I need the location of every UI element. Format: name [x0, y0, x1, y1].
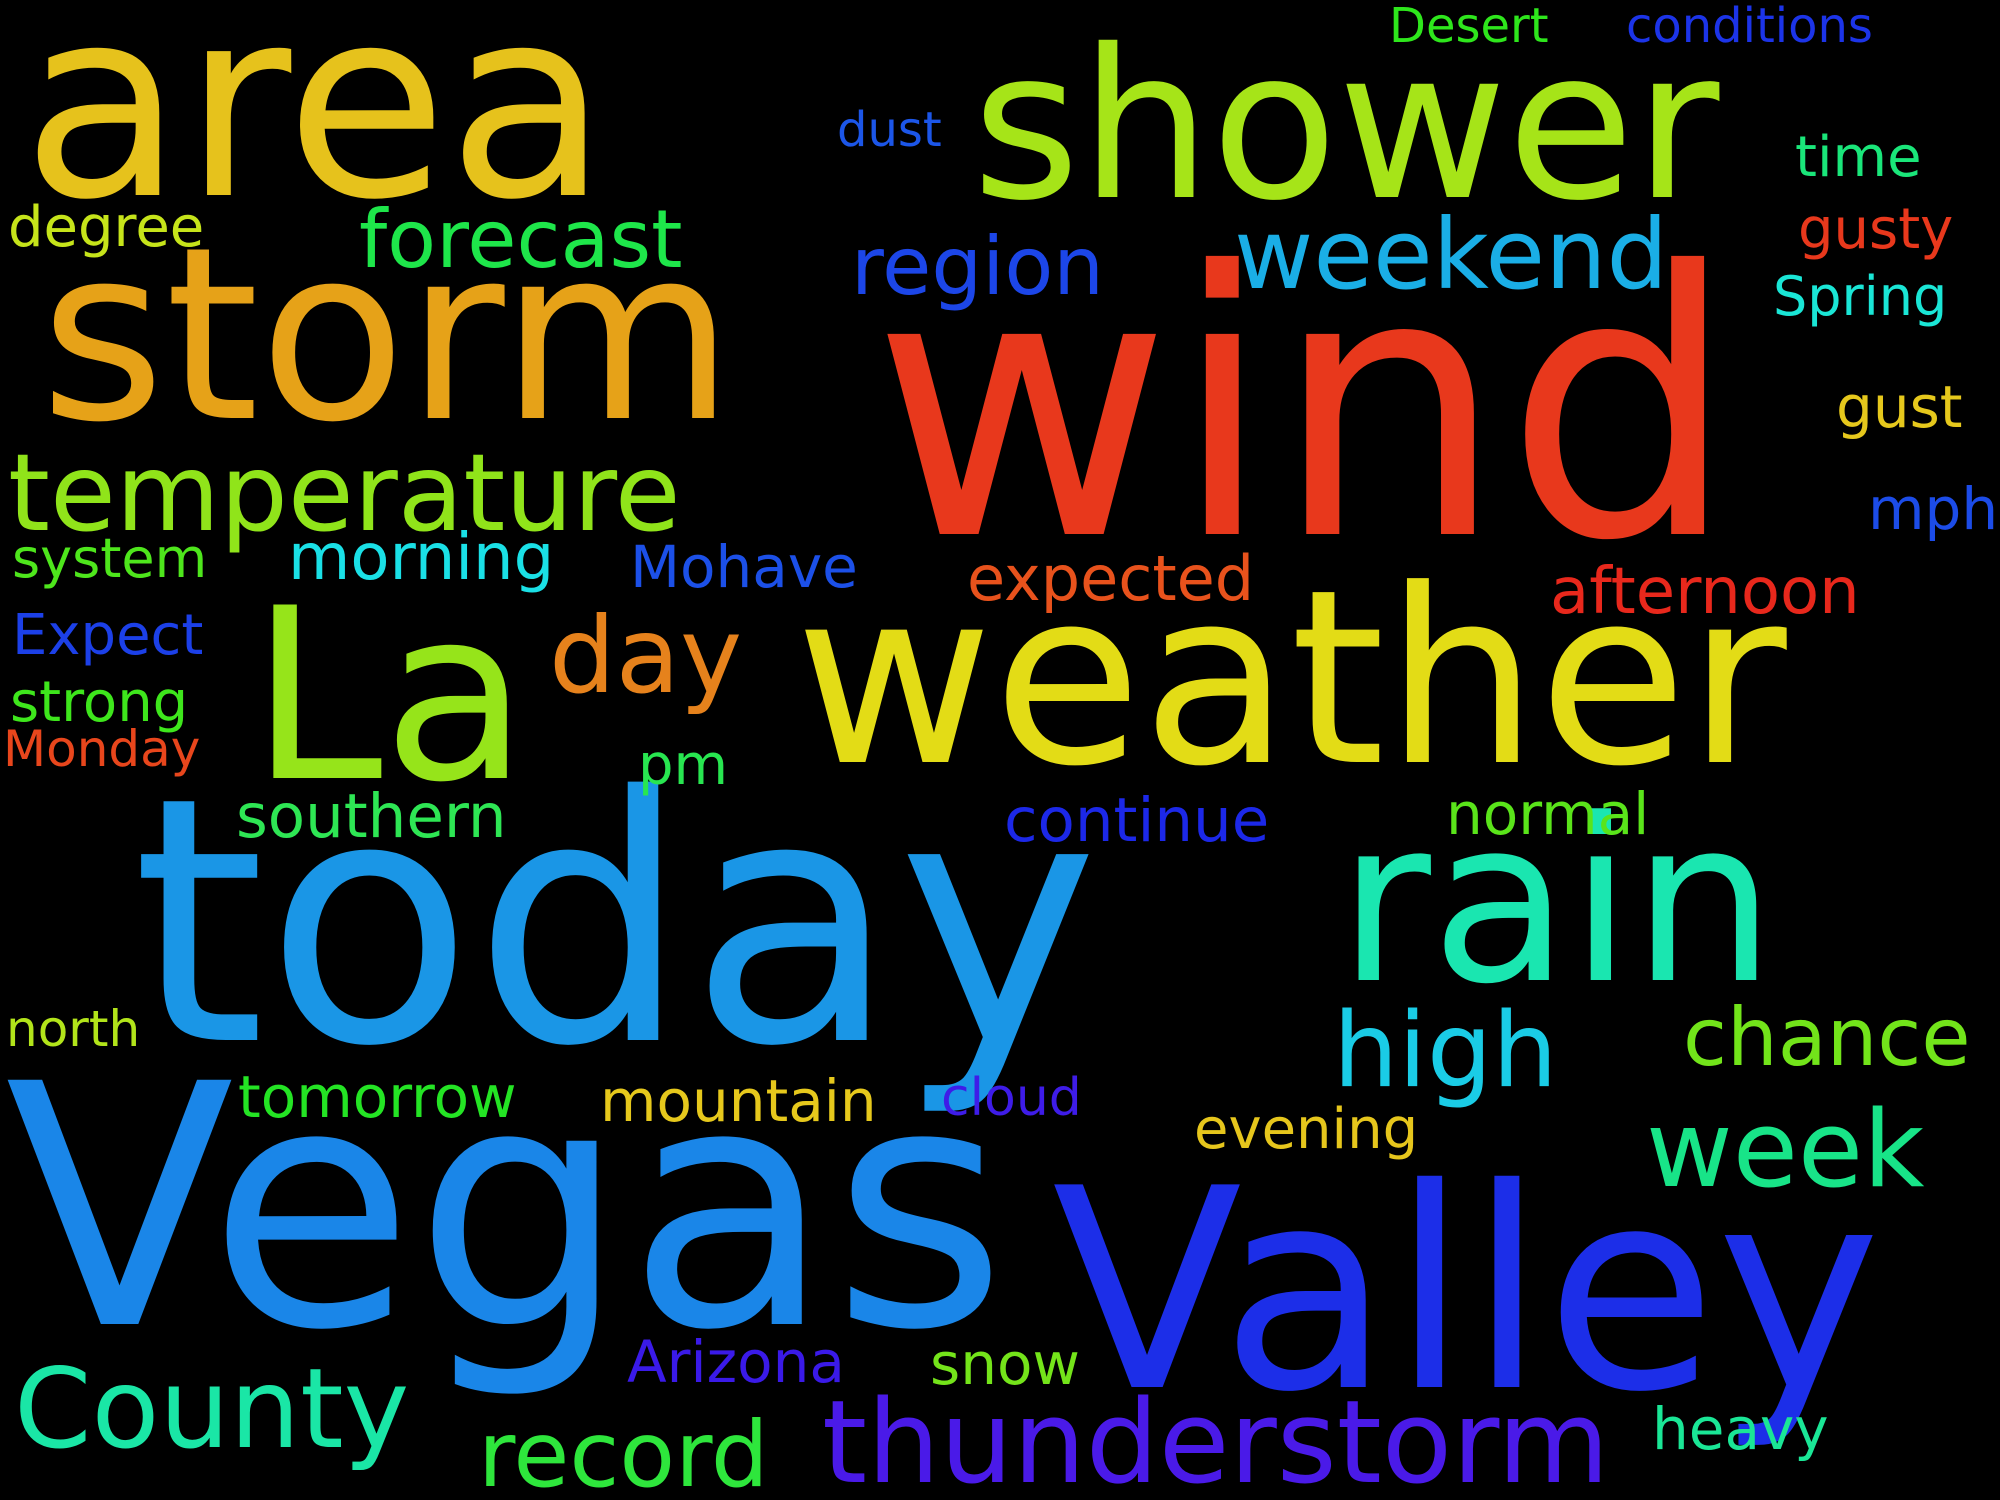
word-north: north — [6, 1000, 141, 1058]
word-record: record — [478, 1403, 769, 1500]
word-spring: Spring — [1773, 265, 1948, 328]
word-continue: continue — [1004, 785, 1270, 856]
word-mohave: Mohave — [630, 533, 858, 601]
word-weekend: weekend — [1234, 198, 1669, 311]
word-time: time — [1795, 125, 1922, 190]
word-county: County — [14, 1345, 410, 1474]
word-tomorrow: tomorrow — [238, 1063, 517, 1131]
word-dust: dust — [837, 102, 942, 158]
word-degree: degree — [8, 195, 205, 260]
word-snow: snow — [930, 1330, 1080, 1398]
word-week: week — [1646, 1088, 1925, 1211]
word-desert: Desert — [1389, 0, 1549, 54]
word-cloud: cloud — [941, 1068, 1082, 1128]
word-expected: expected — [967, 542, 1255, 615]
word-evening: evening — [1194, 1097, 1419, 1162]
word-chance: chance — [1683, 991, 1971, 1084]
word-afternoon: afternoon — [1550, 555, 1860, 629]
word-heavy: heavy — [1652, 1395, 1829, 1463]
word-region: region — [851, 220, 1105, 313]
word-gusty: gusty — [1798, 197, 1954, 262]
word-conditions: conditions — [1626, 0, 1873, 54]
word-southern: southern — [236, 781, 507, 852]
word-morning: morning — [288, 521, 555, 595]
word-mountain: mountain — [600, 1067, 877, 1135]
word-pm: pm — [638, 733, 729, 798]
word-thunderstorm: thunderstorm — [822, 1376, 1610, 1500]
word-normal: normal — [1446, 780, 1650, 848]
word-high: high — [1333, 991, 1558, 1111]
word-arizona: Arizona — [627, 1328, 845, 1396]
word-system: system — [12, 527, 208, 590]
word-gust: gust — [1836, 373, 1963, 441]
word-day: day — [549, 595, 743, 717]
word-monday: Monday — [3, 720, 201, 778]
word-forecast: forecast — [359, 193, 683, 286]
word-mph: mph — [1868, 475, 1999, 543]
word-cloud: wind today Vegas area weather storm Vall… — [0, 0, 2000, 1500]
word-expect: Expect — [12, 603, 204, 668]
